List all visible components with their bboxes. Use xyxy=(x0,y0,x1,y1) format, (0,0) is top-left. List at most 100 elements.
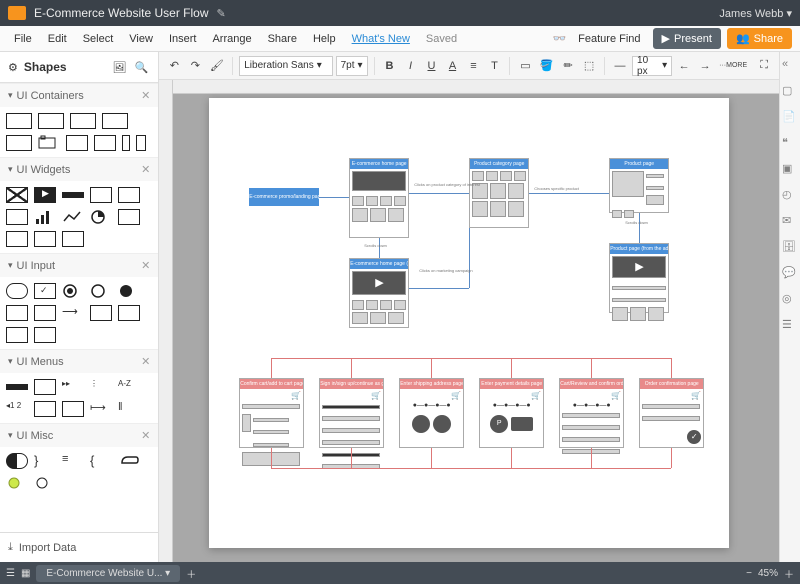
doc-icon[interactable]: 📄 xyxy=(782,110,798,126)
fullscreen-button[interactable]: ⛶ xyxy=(755,56,773,76)
shape-item[interactable] xyxy=(118,305,140,321)
shape-item[interactable] xyxy=(6,135,32,151)
menu-file[interactable]: File xyxy=(8,33,38,45)
shape-item[interactable] xyxy=(6,231,28,247)
present-button[interactable]: ▶Present xyxy=(653,28,721,49)
wf-checkout-2[interactable]: Sign in/sign up/continue as guest page 🛒 xyxy=(319,378,384,448)
shape-item[interactable] xyxy=(136,135,146,151)
shape-item[interactable] xyxy=(34,231,56,247)
quote-icon[interactable]: ❝ xyxy=(782,136,798,152)
section-ui-menus[interactable]: ▾UI Menus✕ xyxy=(0,349,158,373)
section-ui-input[interactable]: ▾UI Input✕ xyxy=(0,253,158,277)
shape-item[interactable] xyxy=(6,187,28,203)
zoom-in-button[interactable]: ＋ xyxy=(784,566,794,581)
edge-label[interactable]: Chooses specific product xyxy=(534,186,579,191)
shape-item[interactable] xyxy=(6,283,28,299)
image-icon[interactable]: 🖼 xyxy=(110,58,128,76)
close-icon[interactable]: ✕ xyxy=(141,355,150,368)
shape-item[interactable] xyxy=(90,305,112,321)
shape-item[interactable] xyxy=(62,192,84,198)
shape-item[interactable] xyxy=(6,475,28,491)
close-icon[interactable]: ✕ xyxy=(141,429,150,442)
wf-product[interactable]: Product page xyxy=(609,158,669,213)
gear-icon[interactable]: ⚙ xyxy=(8,61,18,74)
zoom-level[interactable]: 45% xyxy=(758,568,778,579)
shape-item[interactable] xyxy=(66,135,88,151)
shape-item[interactable] xyxy=(118,453,140,469)
collapse-icon[interactable]: « xyxy=(782,58,798,74)
shape-item[interactable] xyxy=(62,283,84,299)
wf-promo-label[interactable]: E-commerce promo/landing page xyxy=(249,188,319,206)
inbox-icon[interactable]: ✉ xyxy=(782,214,798,230)
line-style-button[interactable]: — xyxy=(611,56,629,76)
menu-edit[interactable]: Edit xyxy=(42,33,73,45)
shape-item[interactable] xyxy=(34,379,56,395)
menu-insert[interactable]: Insert xyxy=(163,33,203,45)
italic-button[interactable]: I xyxy=(401,56,419,76)
shape-item[interactable]: ⟶ xyxy=(62,305,84,321)
edge-label[interactable]: Scrolls down xyxy=(364,243,387,248)
edge-label[interactable]: Scrolls down xyxy=(625,220,648,225)
target-icon[interactable]: ◎ xyxy=(782,292,798,308)
shape-item[interactable] xyxy=(6,453,28,469)
wf-checkout-6[interactable]: Order confirmation page 🛒✓ xyxy=(639,378,704,448)
shape-item[interactable]: } xyxy=(34,453,56,469)
shape-item[interactable] xyxy=(62,209,84,225)
canvas[interactable]: E-commerce promo/landing page E-commerce… xyxy=(159,80,779,562)
presentation-icon[interactable]: ▣ xyxy=(782,162,798,178)
document-title[interactable]: E-Commerce Website User Flow xyxy=(34,6,208,20)
shape-item[interactable]: ≡ xyxy=(62,453,84,469)
import-data-button[interactable]: ⤓ Import Data xyxy=(0,532,158,562)
shape-style-button[interactable]: ▭ xyxy=(516,56,534,76)
line-width-select[interactable]: 10 px▾ xyxy=(632,56,672,76)
shape-item[interactable] xyxy=(6,384,28,390)
menu-select[interactable]: Select xyxy=(77,33,120,45)
shape-item[interactable] xyxy=(118,283,140,299)
shape-item[interactable]: ✓ xyxy=(34,283,56,299)
shape-item[interactable] xyxy=(6,209,28,225)
shape-item[interactable]: ‖ xyxy=(118,401,140,417)
shape-item[interactable] xyxy=(34,475,56,491)
shape-item[interactable] xyxy=(62,401,84,417)
paint-button[interactable]: 🖌 xyxy=(207,56,226,76)
feedback-icon[interactable]: ☰ xyxy=(782,318,798,334)
wf-checkout-5[interactable]: Cart/Review and confirm order page 🛒●—●—… xyxy=(559,378,624,448)
grid-view-icon[interactable]: ▦ xyxy=(21,568,30,579)
shape-item[interactable] xyxy=(122,135,130,151)
section-ui-widgets[interactable]: ▾UI Widgets✕ xyxy=(0,157,158,181)
shape-item[interactable] xyxy=(102,113,128,129)
edge-label[interactable]: Clicks on marketing campaign xyxy=(419,268,472,273)
shape-item[interactable] xyxy=(6,327,28,343)
edge-label[interactable]: Clicks on product category of interest xyxy=(414,182,480,187)
shape-item[interactable] xyxy=(62,231,84,247)
shape-item[interactable] xyxy=(34,327,56,343)
wf-checkout-4[interactable]: Enter payment details page 🛒●—●—●—●P xyxy=(479,378,544,448)
clock-icon[interactable]: ◴ xyxy=(782,188,798,204)
close-icon[interactable]: ✕ xyxy=(141,163,150,176)
shape-item[interactable] xyxy=(34,305,56,321)
shape-item[interactable]: ▸▸ xyxy=(62,379,84,395)
menu-help[interactable]: Help xyxy=(307,33,342,45)
shape-item[interactable] xyxy=(118,209,140,225)
shape-item[interactable] xyxy=(118,187,140,203)
fill-button[interactable]: 🪣 xyxy=(537,56,556,76)
undo-button[interactable]: ↶ xyxy=(165,56,183,76)
shape-item[interactable]: ⋮ xyxy=(90,379,112,395)
section-ui-containers[interactable]: ▾UI Containers✕ xyxy=(0,83,158,107)
share-button[interactable]: 👥Share xyxy=(727,28,792,49)
arrow-left-button[interactable]: ← xyxy=(675,56,693,76)
shape-item[interactable] xyxy=(94,135,116,151)
wf-ecom-home[interactable]: E-commerce home page xyxy=(349,158,409,238)
shape-item[interactable] xyxy=(38,113,64,129)
shape-item[interactable] xyxy=(90,187,112,203)
page-icon[interactable]: ▢ xyxy=(782,84,798,100)
font-size-select[interactable]: 7pt▾ xyxy=(336,56,368,76)
user-menu[interactable]: James Webb ▾ xyxy=(719,7,792,20)
wf-product-category[interactable]: Product category page xyxy=(469,158,529,228)
shape-item[interactable] xyxy=(6,305,28,321)
shape-item[interactable]: { xyxy=(90,453,112,469)
document-tab[interactable]: E-Commerce Website U... ▾ xyxy=(36,565,180,582)
more-button[interactable]: ···MORE xyxy=(717,56,749,76)
menu-whats-new[interactable]: What's New xyxy=(346,33,416,45)
wf-ecom-home-ad[interactable]: E-commerce home page (from the ad) ▶ xyxy=(349,258,409,328)
